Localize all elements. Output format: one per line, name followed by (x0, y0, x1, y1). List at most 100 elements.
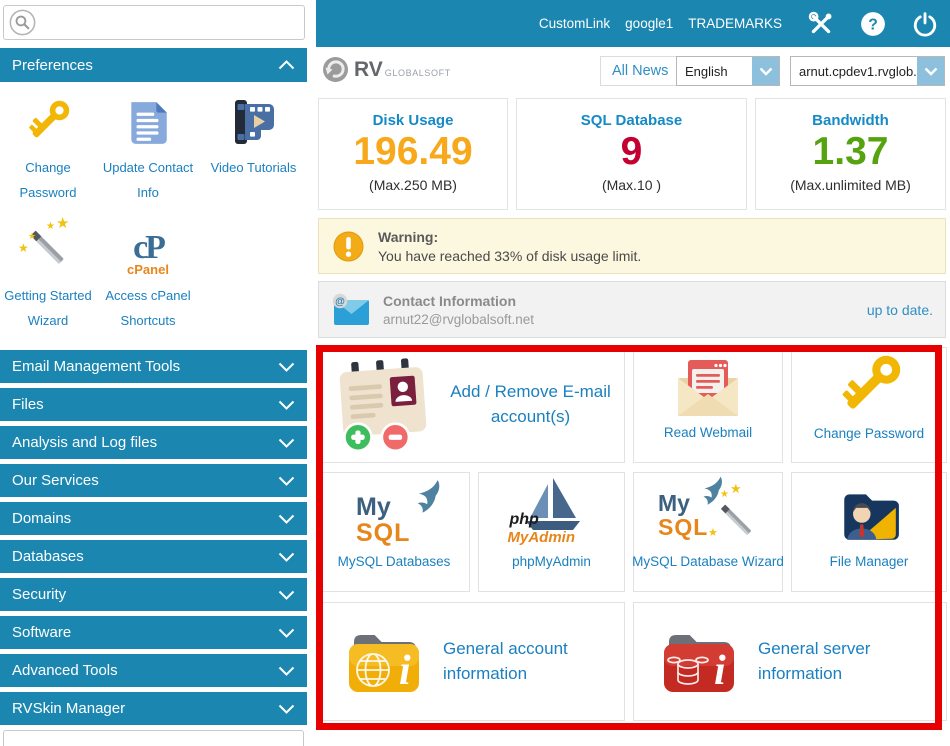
chevron-down-icon (278, 590, 295, 600)
sidebar-item-analysis-logs[interactable]: Analysis and Log files (0, 426, 307, 459)
app-label: phpMyAdmin (512, 554, 591, 569)
shortcut-update-contact-info[interactable]: Update Contact Info (96, 90, 200, 206)
sidebar-item-security[interactable]: Security (0, 578, 307, 611)
stat-value: 1.37 (812, 130, 889, 173)
chevron-down-icon (278, 704, 295, 714)
key-icon (22, 90, 74, 148)
app-add-remove-email[interactable]: Add / Remove E-mail account(s) (318, 347, 625, 463)
account-select[interactable]: arnut.cpdev1.rvglob... (790, 56, 945, 86)
help-icon[interactable]: ? (860, 11, 886, 37)
shortcut-getting-started-wizard[interactable]: ★ ★ ★ ★ Getting Started Wizard (0, 216, 96, 334)
svg-text:i: i (399, 648, 411, 694)
server-info-folder-icon: i (664, 632, 734, 694)
shortcut-label: Video Tutorials (210, 160, 297, 175)
contact-email: arnut22@rvglobalsoft.net (383, 311, 535, 327)
sidebar-item-our-services[interactable]: Our Services (0, 464, 307, 497)
app-label: MySQL Databases (337, 554, 451, 569)
wand-icon: ★ ★ ★ ★ (18, 216, 76, 276)
app-label: Read Webmail (663, 425, 753, 440)
chevron-down-icon (752, 57, 779, 85)
account-selected-value: arnut.cpdev1.rvglob... (799, 63, 917, 79)
chevron-down-icon (278, 628, 295, 638)
stat-title: Disk Usage (372, 112, 454, 129)
search-box[interactable] (3, 5, 305, 40)
webmail-icon (672, 348, 744, 425)
stat-value: 196.49 (353, 130, 473, 173)
warning-message: You have reached 33% of disk usage limit… (378, 247, 642, 264)
sidebar-menu: Email Management Tools Files Analysis an… (0, 350, 307, 730)
contact-info-bar: @ Contact Information arnut22@rvglobalso… (318, 281, 946, 338)
sidebar-item-databases[interactable]: Databases (0, 540, 307, 573)
chevron-down-icon (278, 438, 295, 448)
warning-title: Warning: (378, 228, 439, 245)
mysql-wizard-icon: My SQL ★ ★ ★ (648, 473, 768, 554)
app-phpmyadmin[interactable]: php MyAdmin phpMyAdmin (478, 472, 625, 592)
shortcut-access-cpanel[interactable]: cP cPanel Access cPanel Shortcuts (96, 218, 200, 334)
menu-label: Advanced Tools (12, 662, 118, 679)
stat-title: Bandwidth (812, 112, 889, 129)
app-label: Add / Remove E-mail account(s) (450, 382, 611, 426)
menu-label: Domains (12, 510, 72, 527)
app-read-webmail[interactable]: Read Webmail (633, 347, 783, 463)
menu-label: Software (12, 624, 72, 641)
svg-text:@: @ (335, 296, 345, 307)
mysql-logo-icon: My SQL (342, 473, 446, 554)
app-general-server-info[interactable]: i General server information (633, 602, 947, 721)
menu-label: RVSkin Manager (12, 700, 126, 717)
email-accounts-icon (339, 358, 427, 453)
account-info-folder-icon: i (349, 632, 419, 694)
topbar: CustomLink google1 TRADEMARKS ? (316, 0, 950, 47)
app-general-account-info[interactable]: i General account information (318, 602, 625, 721)
shortcut-label: Change Password (19, 160, 77, 201)
stat-value: 9 (620, 130, 643, 173)
logo-text-rv: RV (354, 57, 383, 81)
svg-text:?: ? (868, 16, 878, 33)
file-manager-icon (836, 473, 902, 554)
shortcut-change-password[interactable]: Change Password (0, 90, 96, 206)
search-input[interactable] (42, 6, 304, 39)
preferences-panel: Change Password Update Contact Info Vide… (0, 82, 307, 348)
chevron-down-icon (917, 57, 944, 85)
shortcut-video-tutorials[interactable]: Video Tutorials (200, 90, 307, 206)
rv-logo-icon (323, 57, 348, 82)
app-change-password[interactable]: Change Password (791, 347, 947, 463)
chevron-down-icon (278, 476, 295, 486)
stat-disk-usage: Disk Usage 196.49 (Max.250 MB) (318, 98, 508, 210)
topbar-link-customlink[interactable]: CustomLink (539, 16, 610, 31)
app-file-manager[interactable]: File Manager (791, 472, 947, 592)
rv-globalsoft-logo[interactable]: RV GLOBALSOFT (322, 56, 451, 83)
all-news-button[interactable]: All News (600, 56, 681, 86)
topbar-link-trademarks[interactable]: TRADEMARKS (688, 16, 782, 31)
php-text: php (509, 510, 539, 528)
sidebar-item-rvskin-manager[interactable]: RVSkin Manager (0, 692, 307, 725)
chevron-down-icon (278, 400, 295, 410)
up-to-date-link[interactable]: up to date. (867, 302, 933, 318)
sidebar-item-advanced-tools[interactable]: Advanced Tools (0, 654, 307, 687)
sidebar-item-files[interactable]: Files (0, 388, 307, 421)
page: Preferences Change Password Update Conta… (0, 0, 950, 746)
sidebar-item-domains[interactable]: Domains (0, 502, 307, 535)
app-mysql-wizard[interactable]: My SQL ★ ★ ★ MySQL Database Wizard (632, 472, 784, 592)
tools-icon[interactable] (808, 11, 834, 37)
stat-caption: (Max.unlimited MB) (790, 176, 911, 193)
shortcut-label: Access cPanel Shortcuts (105, 288, 191, 329)
stat-title: SQL Database (580, 112, 683, 129)
mysql-text-sql: SQL (658, 513, 709, 540)
stat-sql-database: SQL Database 9 (Max.10 ) (516, 98, 747, 210)
contact-title: Contact Information (383, 292, 516, 309)
document-icon (125, 90, 171, 148)
header: RV GLOBALSOFT All News English arnut.cpd… (316, 47, 950, 93)
app-mysql-databases[interactable]: My SQL MySQL Databases (318, 472, 470, 592)
language-select[interactable]: English (676, 56, 780, 86)
logo-text-globalsoft: GLOBALSOFT (384, 67, 451, 78)
sidebar-item-email-management[interactable]: Email Management Tools (0, 350, 307, 383)
power-icon[interactable] (912, 11, 938, 37)
menu-label: Email Management Tools (12, 358, 181, 375)
menu-label: Security (12, 586, 67, 603)
search-icon (9, 9, 36, 36)
sidebar-section-preferences[interactable]: Preferences (0, 48, 307, 82)
menu-label: Our Services (12, 472, 99, 489)
sidebar-item-software[interactable]: Software (0, 616, 307, 649)
cpanel-wordmark: cPanel (127, 262, 169, 277)
topbar-link-google1[interactable]: google1 (625, 16, 673, 31)
